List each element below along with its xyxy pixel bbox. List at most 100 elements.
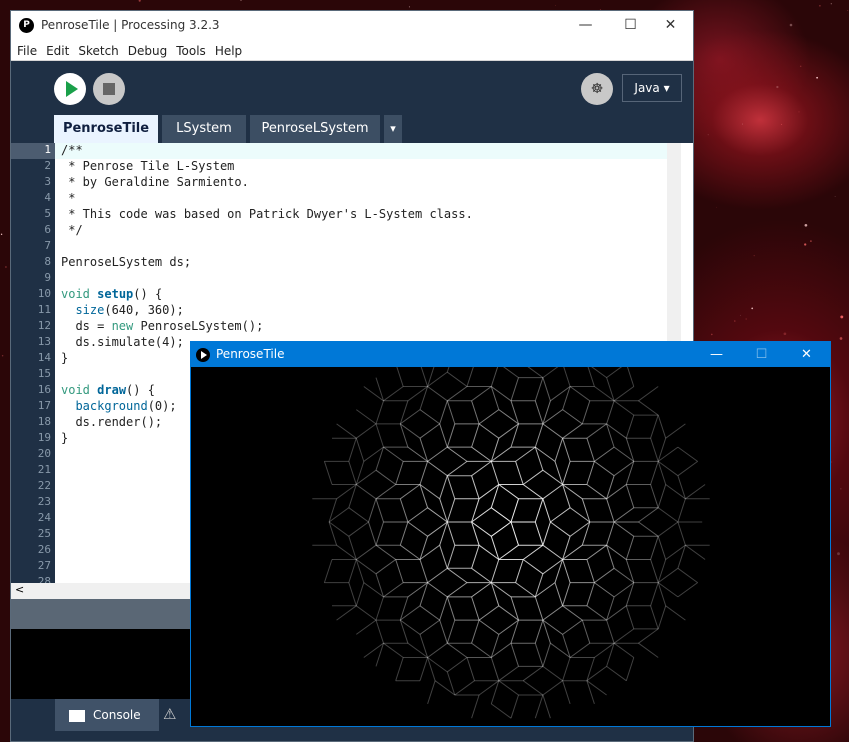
- tile-edge: [375, 521, 384, 546]
- tile-edge: [665, 544, 686, 560]
- tile-edge: [606, 545, 615, 569]
- sketch-close-button[interactable]: ✕: [784, 344, 829, 365]
- tile-edge: [613, 521, 635, 537]
- tile-edge: [471, 619, 480, 644]
- tile-edge: [439, 400, 448, 425]
- tab-penrosetile[interactable]: PenroseTile: [54, 115, 158, 143]
- line-number: 1: [11, 143, 55, 159]
- tile-edge: [542, 400, 551, 425]
- code-line[interactable]: /**: [55, 143, 667, 159]
- sketch-title-bar[interactable]: PenroseTile — ☐ ✕: [191, 342, 830, 367]
- sketch-maximize-button[interactable]: ☐: [739, 344, 784, 365]
- code-line[interactable]: */: [55, 223, 667, 239]
- tile-edge: [677, 446, 698, 462]
- minimize-button[interactable]: —: [563, 14, 608, 36]
- mode-selector[interactable]: Java ▾: [622, 74, 682, 102]
- tile-edge: [685, 484, 706, 500]
- tile-edge: [534, 573, 544, 598]
- tile-edge: [562, 484, 583, 500]
- code-line[interactable]: ds = new PenroseLSystem();: [55, 319, 667, 335]
- tile-edge: [383, 582, 404, 598]
- tile-edge: [657, 559, 667, 583]
- tile-edge: [665, 605, 686, 621]
- menu-help[interactable]: Help: [212, 41, 245, 61]
- close-button[interactable]: ✕: [648, 14, 693, 36]
- tile-edge: [657, 438, 667, 462]
- code-line[interactable]: * Penrose Tile L-System: [55, 159, 667, 175]
- console-tab[interactable]: Console: [55, 699, 159, 731]
- tile-edge: [503, 367, 519, 379]
- sketch-minimize-button[interactable]: —: [694, 344, 739, 365]
- tile-edge: [534, 643, 544, 667]
- tile-edge: [542, 484, 563, 500]
- title-bar[interactable]: P PenroseTile | Processing 3.2.3 — ☐ ✕: [11, 11, 693, 40]
- tile-edge: [594, 446, 615, 462]
- tile-edge: [522, 559, 544, 575]
- code-line[interactable]: * by Geraldine Sarmiento.: [55, 175, 667, 191]
- tile-edge: [356, 605, 377, 621]
- maximize-button[interactable]: ☐: [608, 14, 653, 36]
- line-number: 18: [37, 415, 51, 428]
- menu-tools[interactable]: Tools: [173, 41, 209, 61]
- tile-edge: [638, 386, 659, 402]
- tile-edge: [491, 703, 512, 719]
- tile-edge: [471, 521, 492, 537]
- tile-edge: [491, 582, 512, 598]
- line-number: 22: [37, 479, 51, 492]
- menu-debug[interactable]: Debug: [125, 41, 170, 61]
- tab-menu-button[interactable]: ▾: [384, 115, 402, 143]
- menu-sketch[interactable]: Sketch: [75, 41, 121, 61]
- tab-lsystem[interactable]: LSystem: [162, 115, 246, 143]
- code-line[interactable]: void setup() {: [55, 287, 667, 303]
- tile-edge: [657, 446, 679, 462]
- tile-edge: [399, 596, 409, 621]
- tile-edge: [375, 423, 384, 448]
- code-line[interactable]: *: [55, 191, 667, 207]
- menu-file[interactable]: File: [14, 41, 40, 61]
- code-line[interactable]: PenroseLSystem ds;: [55, 255, 667, 271]
- line-number: 10: [37, 287, 51, 300]
- tile-edge: [554, 461, 564, 485]
- tile-edge: [562, 605, 583, 621]
- tile-edge: [478, 423, 500, 439]
- code-line[interactable]: * This code was based on Patrick Dwyer's…: [55, 207, 667, 223]
- tile-edge: [562, 536, 571, 560]
- line-number: 25: [37, 527, 51, 540]
- penrose-tiling-canvas: [312, 367, 710, 719]
- tile-edge: [395, 559, 404, 583]
- tile-edge: [355, 438, 365, 462]
- tile-edge: [606, 596, 615, 621]
- tab-penroselsystem[interactable]: PenroseLSystem: [250, 115, 380, 143]
- tile-edge: [581, 619, 591, 644]
- debug-butterfly-icon[interactable]: ☸: [581, 73, 613, 105]
- warning-icon[interactable]: ⚠: [163, 705, 183, 725]
- tile-edge: [356, 484, 377, 500]
- tile-edge: [625, 461, 635, 485]
- menu-edit[interactable]: Edit: [43, 41, 72, 61]
- tile-edge: [677, 567, 698, 584]
- tile-edge: [375, 544, 396, 560]
- line-number: 8: [44, 255, 51, 268]
- tile-edge: [498, 605, 519, 621]
- line-number: 24: [37, 511, 51, 524]
- tile-edge: [657, 484, 667, 508]
- tile-edge: [542, 619, 551, 644]
- tile-edge: [587, 367, 595, 387]
- line-number: 23: [37, 495, 51, 508]
- tile-edge: [522, 544, 544, 560]
- tile-edge: [336, 484, 357, 500]
- tile-edge: [446, 521, 456, 546]
- code-line[interactable]: [55, 239, 667, 255]
- run-button[interactable]: [54, 73, 86, 105]
- scroll-left-arrow[interactable]: <: [11, 583, 24, 596]
- tile-edge: [534, 521, 544, 546]
- tile-edge: [498, 423, 519, 439]
- tile-edge: [586, 484, 607, 500]
- code-line[interactable]: [55, 271, 667, 287]
- tile-edge: [562, 461, 571, 485]
- tile-edge: [606, 605, 627, 621]
- code-line[interactable]: size(640, 360);: [55, 303, 667, 319]
- tile-edge: [550, 507, 571, 523]
- tile-edge: [650, 438, 659, 462]
- stop-button[interactable]: [93, 73, 125, 105]
